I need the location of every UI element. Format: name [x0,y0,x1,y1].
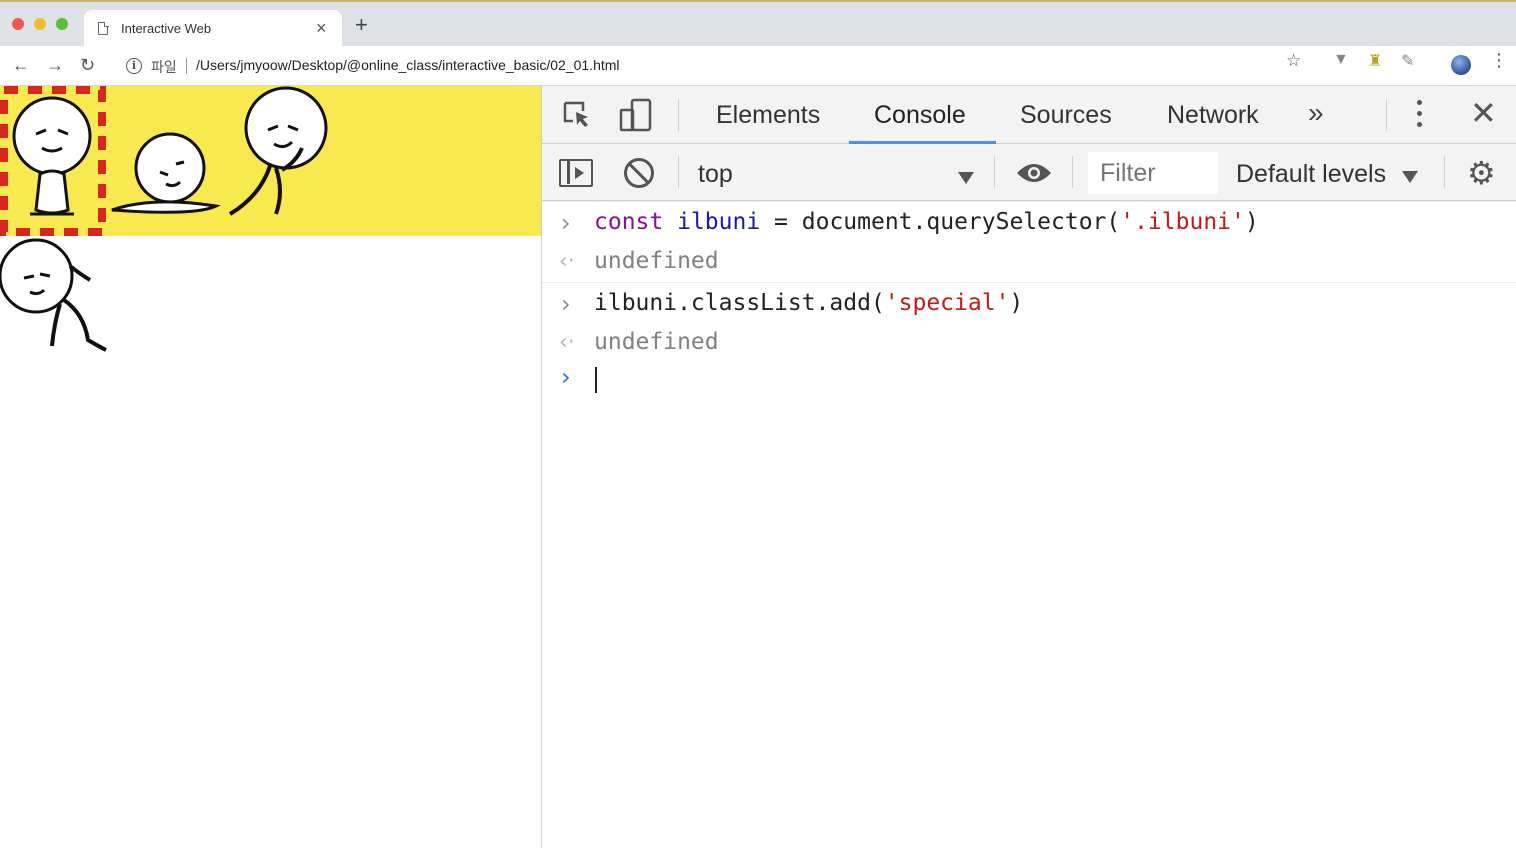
console-code: undefined [594,328,719,356]
ilbuni-characters [0,86,328,352]
address-bar[interactable]: i 파일 /Users/jmyoow/Desktop/@online_class… [114,50,1314,82]
tab-close-button[interactable]: × [316,17,327,39]
ilbuni-dance-character [0,238,107,352]
close-devtools-icon[interactable]: ✕ [1470,96,1497,130]
ilbuni-run-character [228,86,328,216]
info-icon[interactable]: i [126,58,142,74]
console-result-line: ‹· undefined [542,241,1516,281]
forward-button[interactable]: → [46,53,64,77]
code-token: undefined [594,248,719,274]
console-code: ilbuni.classList.add('special') [594,289,1023,317]
scheme-label: 파일 [151,59,177,75]
more-tabs-icon[interactable]: » [1308,98,1323,128]
result-arrow-icon: ‹· [559,330,575,355]
input-chevron-icon: › [561,290,571,318]
ilbuni-special-character [0,86,106,236]
dropdown-arrow-icon[interactable] [1402,171,1418,183]
code-token: const [594,209,664,235]
tab-elements[interactable]: Elements [716,100,820,130]
code-token: = document.querySelector( [760,209,1121,235]
context-selector[interactable]: top [698,159,733,189]
tab-console[interactable]: Console [874,100,966,130]
extension-tower-icon[interactable]: ♜ [1368,51,1382,71]
devtools-tabbar: Elements Console Sources Network » ✕ [542,86,1516,144]
console-output[interactable]: › const ilbuni = document.querySelector('… [542,201,1516,848]
code-token: ) [1244,209,1259,235]
console-toolbar-divider [1444,156,1445,188]
tab-sources[interactable]: Sources [1020,100,1112,130]
document-icon [98,21,109,35]
console-input-caret[interactable] [595,367,597,393]
console-result-line: ‹· undefined [542,322,1516,362]
console-input-line: › const ilbuni = document.querySelector('… [542,201,1516,241]
back-button[interactable]: ← [12,53,30,77]
input-chevron-icon: › [561,209,571,237]
code-token: ) [1009,290,1024,316]
extension-pen-icon[interactable]: ✎ [1401,51,1414,71]
minimize-window-button[interactable] [34,18,46,30]
live-expression-eye-icon[interactable] [1016,162,1052,184]
code-token: ilbuni [677,209,761,235]
tabbar-divider [1386,99,1387,131]
console-filter-input[interactable] [1088,152,1218,194]
console-code: const ilbuni = document.querySelector('.… [594,208,1259,236]
url-text[interactable]: /Users/jmyoow/Desktop/@online_class/inte… [196,57,620,73]
code-token: undefined [594,329,719,355]
result-arrow-icon: ‹· [559,249,575,274]
page-viewport [0,86,541,848]
code-token: 'special' [884,290,1010,316]
close-window-button[interactable] [12,18,24,30]
console-toolbar-divider [678,156,679,188]
browser-tab[interactable]: Interactive Web × [84,10,342,48]
ilbuni-slide-character [111,132,221,214]
tab-network[interactable]: Network [1167,100,1259,130]
tab-title: Interactive Web [121,21,212,36]
console-code: undefined [594,247,719,275]
devtools-panel: Elements Console Sources Network » ✕ top… [541,86,1516,848]
clear-console-icon[interactable] [624,158,654,188]
devtools-menu-icon[interactable] [1414,96,1424,132]
bookmark-star-icon[interactable]: ☆ [1286,51,1301,71]
omnibox-divider [186,58,187,74]
log-levels-selector[interactable]: Default levels [1236,159,1386,189]
tab-strip: Interactive Web × + [0,0,1516,48]
new-tab-button[interactable]: + [355,14,368,36]
code-token: ilbuni.classList.add( [594,290,885,316]
console-toolbar-divider [994,156,995,188]
dropdown-arrow-icon[interactable] [958,172,974,184]
inspect-element-icon[interactable] [562,100,592,130]
console-sidebar-icon[interactable] [559,159,593,187]
maximize-window-button[interactable] [56,18,68,30]
console-prompt-icon: › [561,363,571,391]
code-token: '.ilbuni' [1120,209,1245,235]
reload-button[interactable]: ↻ [80,53,95,77]
console-settings-gear-icon[interactable]: ⚙ [1467,156,1496,190]
console-toolbar: top Default levels ⚙ [542,144,1516,201]
tabbar-divider [678,99,679,131]
browser-menu-icon[interactable]: ⋮ [1490,50,1508,70]
extension-vue-icon[interactable]: ▼ [1333,51,1349,69]
device-toolbar-icon[interactable] [618,98,654,132]
profile-avatar[interactable] [1451,55,1471,75]
console-input-line: › ilbuni.classList.add('special') [542,282,1516,322]
console-toolbar-divider [1072,156,1073,188]
